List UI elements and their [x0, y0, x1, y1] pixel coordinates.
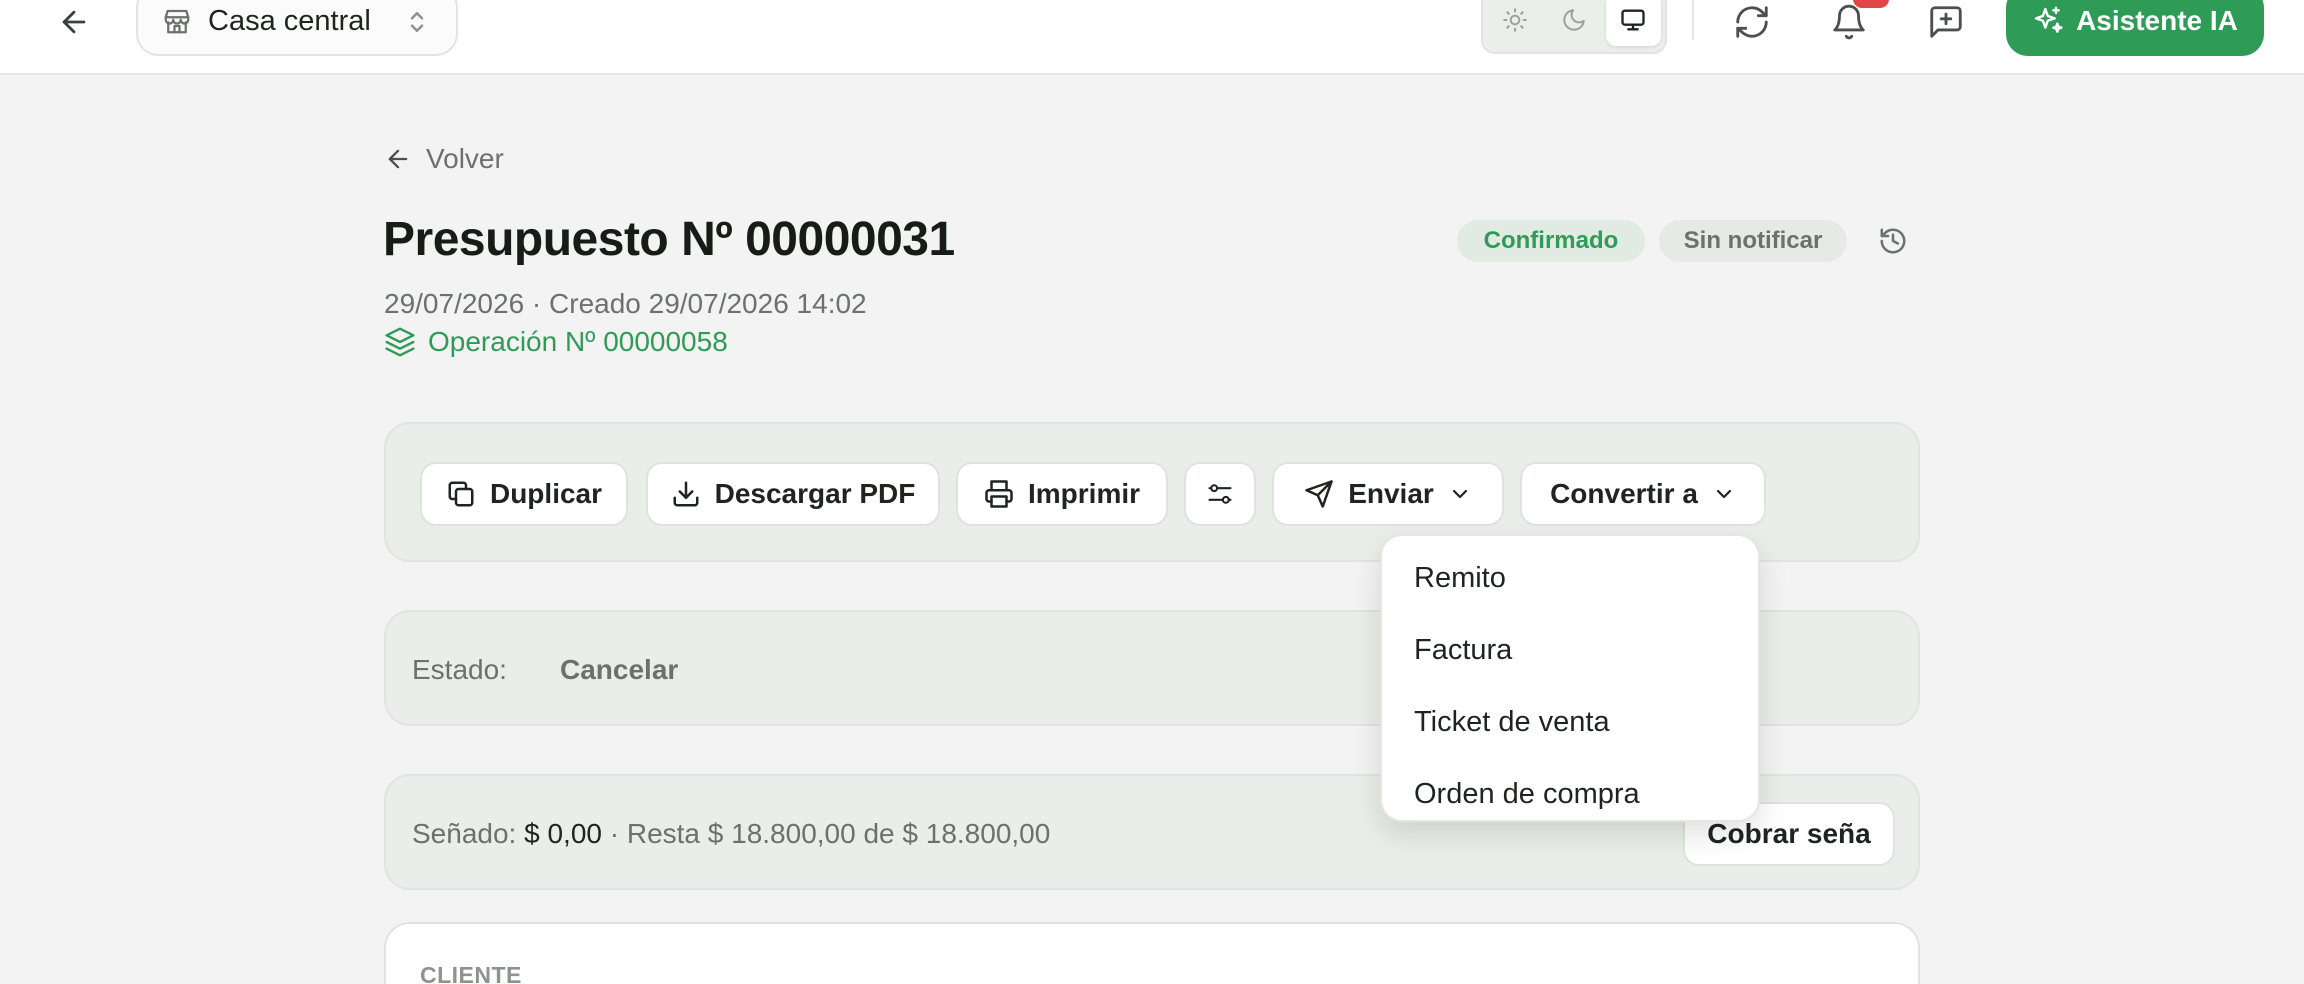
add-feedback-button[interactable]	[1924, 0, 1968, 44]
ai-assistant-label: Asistente IA	[2076, 5, 2238, 36]
sliders-icon	[1206, 480, 1234, 508]
download-pdf-button[interactable]: Descargar PDF	[646, 462, 940, 526]
chevrons-up-down-icon	[406, 7, 428, 37]
duplicate-label: Duplicar	[489, 478, 603, 509]
date-line: 29/07/2026 · Creado 29/07/2026 14:02	[384, 288, 867, 319]
send-icon	[1304, 479, 1334, 509]
sun-icon	[1502, 7, 1528, 33]
deposit-summary: Señado: $ 0,00 · Resta $ 18.800,00 de $ …	[412, 818, 1050, 850]
duplicate-button[interactable]: Duplicar	[420, 462, 628, 526]
topbar-divider	[1692, 0, 1694, 40]
menu-item-ticket-de-venta[interactable]: Ticket de venta	[1382, 686, 1758, 758]
bell-icon	[1830, 3, 1868, 41]
menu-item-factura[interactable]: Factura	[1382, 614, 1758, 686]
convert-label: Convertir a	[1550, 478, 1698, 509]
settings-button[interactable]	[1184, 462, 1256, 526]
cancel-status-button[interactable]: Cancelar	[560, 654, 678, 686]
client-panel: CLIENTE	[384, 922, 1920, 984]
store-icon	[162, 6, 192, 36]
theme-switcher	[1481, 0, 1667, 54]
top-bar: Casa central Asistente IA	[0, 0, 2304, 75]
menu-item-remito[interactable]: Remito	[1382, 542, 1758, 614]
deposit-remaining: · Resta $ 18.800,00 de $ 18.800,00	[601, 818, 1051, 849]
page-title: Presupuesto Nº 00000031	[383, 213, 955, 266]
history-button[interactable]	[1872, 220, 1914, 262]
chevron-down-icon	[1448, 482, 1472, 506]
copy-icon	[446, 479, 476, 509]
arrow-left-icon	[384, 145, 412, 173]
deposit-amount: $ 0,00	[524, 818, 602, 849]
status-label: Estado:	[412, 654, 507, 685]
message-plus-icon	[1927, 3, 1965, 41]
notification-badge	[1853, 0, 1889, 8]
branch-label: Casa central	[208, 4, 371, 37]
client-section-label: CLIENTE	[420, 962, 522, 984]
ai-assistant-button[interactable]: Asistente IA	[2006, 0, 2264, 56]
back-arrow-icon[interactable]	[54, 2, 94, 42]
deposit-label: Señado:	[412, 818, 517, 849]
download-pdf-label: Descargar PDF	[714, 478, 916, 509]
branch-selector[interactable]: Casa central	[136, 0, 458, 56]
history-icon	[1878, 226, 1908, 256]
convert-dropdown-button[interactable]: Convertir a	[1520, 462, 1766, 526]
status-badge: Confirmado	[1457, 220, 1645, 262]
notification-status-badge: Sin notificar	[1659, 220, 1847, 262]
menu-item-orden-de-compra[interactable]: Orden de compra	[1382, 758, 1758, 830]
send-label: Enviar	[1348, 478, 1434, 509]
chevron-down-icon	[1712, 482, 1736, 506]
printer-icon	[984, 479, 1014, 509]
system-theme-button[interactable]	[1605, 0, 1661, 46]
operation-link[interactable]: Operación Nº 00000058	[384, 326, 728, 358]
light-theme-button[interactable]	[1487, 0, 1542, 46]
back-link[interactable]: Volver	[384, 143, 504, 175]
print-button[interactable]: Imprimir	[956, 462, 1168, 526]
sparkles-icon	[2032, 5, 2064, 37]
print-label: Imprimir	[1027, 478, 1141, 509]
moon-icon	[1561, 7, 1587, 33]
convert-menu: Remito Factura Ticket de venta Orden de …	[1380, 534, 1760, 822]
operation-link-label: Operación Nº 00000058	[428, 326, 728, 357]
refresh-icon	[1733, 3, 1771, 41]
dark-theme-button[interactable]	[1546, 0, 1601, 46]
layers-icon	[384, 326, 416, 358]
refresh-button[interactable]	[1730, 0, 1774, 44]
back-link-label: Volver	[426, 143, 504, 174]
monitor-icon	[1619, 6, 1647, 34]
download-icon	[671, 479, 701, 509]
send-dropdown-button[interactable]: Enviar	[1272, 462, 1504, 526]
